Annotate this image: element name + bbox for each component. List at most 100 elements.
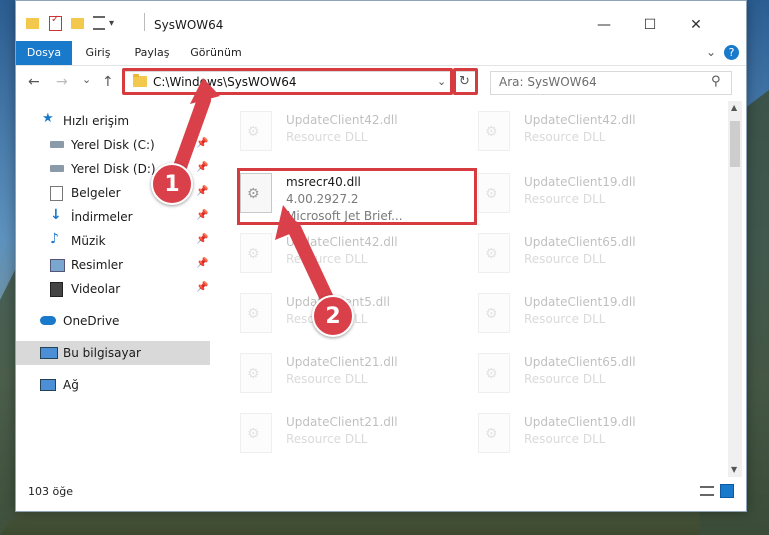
sidebar-item-this-pc[interactable]: Bu bilgisayar bbox=[16, 341, 210, 365]
pin-icon[interactable]: 📌 bbox=[196, 282, 208, 293]
drive-icon bbox=[50, 165, 64, 172]
refresh-highlight bbox=[453, 68, 478, 95]
forward-button[interactable]: → bbox=[56, 74, 68, 90]
file-name: UpdateClient42.dll bbox=[286, 113, 398, 127]
file-type: Resource DLL bbox=[524, 432, 606, 446]
file-tile[interactable]: UpdateClient42.dll Resource DLL bbox=[466, 101, 686, 157]
maximize-button[interactable]: ☐ bbox=[627, 9, 673, 41]
file-tile[interactable]: UpdateClient42.dll Resource DLL bbox=[228, 101, 448, 157]
item-count: 103 öğe bbox=[28, 485, 73, 498]
dll-file-icon bbox=[240, 293, 272, 333]
step-badge-2: 2 bbox=[312, 295, 354, 337]
search-icon[interactable]: ⚲ bbox=[711, 74, 721, 89]
details-view-icon[interactable] bbox=[700, 486, 714, 496]
sidebar-item-network[interactable]: Ağ bbox=[16, 373, 210, 397]
folder-icon[interactable] bbox=[26, 17, 39, 29]
sidebar-item-music[interactable]: ♪ Müzik 📌 bbox=[16, 229, 210, 253]
sidebar-item-label: Belgeler bbox=[71, 186, 121, 200]
back-button[interactable]: ← bbox=[28, 74, 40, 90]
sidebar-item-downloads[interactable]: ↓ İndirmeler 📌 bbox=[16, 205, 210, 229]
window-title: SysWOW64 bbox=[154, 18, 224, 32]
dll-file-icon bbox=[478, 233, 510, 273]
scroll-up-icon[interactable]: ▲ bbox=[731, 103, 737, 112]
search-box[interactable]: Ara: SysWOW64 ⚲ bbox=[490, 71, 732, 95]
sidebar-item-onedrive[interactable]: OneDrive bbox=[16, 309, 210, 333]
file-name: UpdateClient65.dll bbox=[524, 355, 636, 369]
file-tile[interactable]: UpdateClient21.dll Resource DLL bbox=[228, 403, 448, 459]
file-tile[interactable]: UpdateClient19.dll Resource DLL bbox=[466, 163, 686, 219]
computer-icon bbox=[40, 347, 58, 359]
sidebar-item-label: Müzik bbox=[71, 234, 106, 248]
file-type: Resource DLL bbox=[286, 372, 368, 386]
file-name: UpdateClient19.dll bbox=[524, 295, 636, 309]
sidebar-item-pictures[interactable]: Resimler 📌 bbox=[16, 253, 210, 277]
tiles-view-icon[interactable] bbox=[720, 484, 734, 498]
search-placeholder[interactable]: Ara: SysWOW64 bbox=[499, 75, 597, 89]
pin-icon[interactable]: 📌 bbox=[196, 258, 208, 269]
tab-view[interactable]: Görünüm bbox=[184, 41, 248, 65]
dll-file-icon bbox=[478, 413, 510, 453]
minimize-button[interactable]: — bbox=[581, 9, 627, 41]
drive-icon bbox=[50, 141, 64, 148]
title-separator bbox=[144, 13, 145, 31]
cloud-icon bbox=[40, 316, 56, 325]
tab-file[interactable]: Dosya bbox=[16, 41, 72, 65]
properties-icon[interactable]: ✓ bbox=[49, 14, 62, 31]
title-bar: ✓ ▾ SysWOW64 — ☐ ✕ bbox=[16, 1, 746, 41]
ribbon-tabs: Dosya Giriş Paylaş Görünüm ⌄ ? bbox=[16, 41, 746, 66]
file-type: Resource DLL bbox=[524, 312, 606, 326]
scroll-thumb[interactable] bbox=[730, 121, 740, 167]
sidebar-item-label: Yerel Disk (D:) bbox=[71, 162, 156, 176]
quick-access-dropdown[interactable]: ▾ bbox=[109, 18, 114, 29]
file-type: Resource DLL bbox=[286, 130, 368, 144]
sidebar-item-videos[interactable]: Videolar 📌 bbox=[16, 277, 210, 301]
file-name: UpdateClient19.dll bbox=[524, 175, 636, 189]
tab-home[interactable]: Giriş bbox=[76, 41, 120, 65]
scroll-down-icon[interactable]: ▼ bbox=[731, 465, 737, 474]
file-tile[interactable]: UpdateClient65.dll Resource DLL bbox=[466, 223, 686, 279]
close-button[interactable]: ✕ bbox=[673, 9, 719, 41]
ribbon-collapse-button[interactable]: ⌄ bbox=[706, 45, 716, 59]
file-type: Resource DLL bbox=[524, 252, 606, 266]
file-tile[interactable]: UpdateClient19.dll Resource DLL bbox=[466, 403, 686, 459]
vertical-scrollbar[interactable]: ▲ ▼ bbox=[728, 101, 742, 477]
file-name: UpdateClient19.dll bbox=[524, 415, 636, 429]
pin-icon[interactable]: 📌 bbox=[196, 210, 208, 221]
sidebar-item-label: Hızlı erişim bbox=[63, 114, 130, 128]
pin-icon[interactable]: 📌 bbox=[196, 138, 208, 149]
dll-file-icon bbox=[478, 111, 510, 151]
file-type: Resource DLL bbox=[286, 432, 368, 446]
file-tile[interactable]: UpdateClient65.dll Resource DLL bbox=[466, 343, 686, 399]
pin-icon[interactable]: 📌 bbox=[196, 162, 208, 173]
star-icon: ★ bbox=[42, 111, 54, 126]
sidebar-item-quick-access[interactable]: ★ Hızlı erişim bbox=[16, 109, 210, 133]
help-icon[interactable]: ? bbox=[724, 45, 739, 60]
sidebar-item-label: İndirmeler bbox=[71, 210, 133, 224]
up-button[interactable]: ↑ bbox=[102, 74, 114, 90]
file-type: Resource DLL bbox=[524, 130, 606, 144]
file-type: Resource DLL bbox=[524, 372, 606, 386]
navigation-pane: ★ Hızlı erişim Yerel Disk (C:) 📌 Yerel D… bbox=[16, 101, 210, 477]
download-icon: ↓ bbox=[50, 207, 62, 223]
tab-share[interactable]: Paylaş bbox=[126, 41, 178, 65]
sidebar-item-local-disk-c[interactable]: Yerel Disk (C:) 📌 bbox=[16, 133, 210, 157]
recent-locations-button[interactable]: ⌄ bbox=[82, 73, 91, 86]
view-options-icon[interactable] bbox=[93, 16, 105, 30]
file-name: UpdateClient42.dll bbox=[524, 113, 636, 127]
file-name: UpdateClient21.dll bbox=[286, 355, 398, 369]
selected-file-highlight bbox=[237, 168, 477, 225]
file-tile[interactable]: UpdateClient19.dll Resource DLL bbox=[466, 283, 686, 339]
network-icon bbox=[40, 379, 56, 391]
dll-file-icon bbox=[240, 233, 272, 273]
pin-icon[interactable]: 📌 bbox=[196, 186, 208, 197]
quick-access-toolbar: ✓ ▾ bbox=[26, 13, 114, 33]
new-folder-icon[interactable] bbox=[71, 17, 84, 29]
status-bar: 103 öğe bbox=[16, 479, 746, 503]
file-tile[interactable]: UpdateClient42.dll Resource DLL bbox=[228, 223, 448, 279]
dll-file-icon bbox=[240, 111, 272, 151]
file-type: Resource DLL bbox=[286, 252, 368, 266]
file-tile[interactable]: UpdateClient21.dll Resource DLL bbox=[228, 343, 448, 399]
pin-icon[interactable]: 📌 bbox=[196, 234, 208, 245]
sidebar-item-label: Videolar bbox=[71, 282, 121, 296]
explorer-window: ✓ ▾ SysWOW64 — ☐ ✕ Dosya Giriş Paylaş Gö… bbox=[15, 0, 747, 512]
